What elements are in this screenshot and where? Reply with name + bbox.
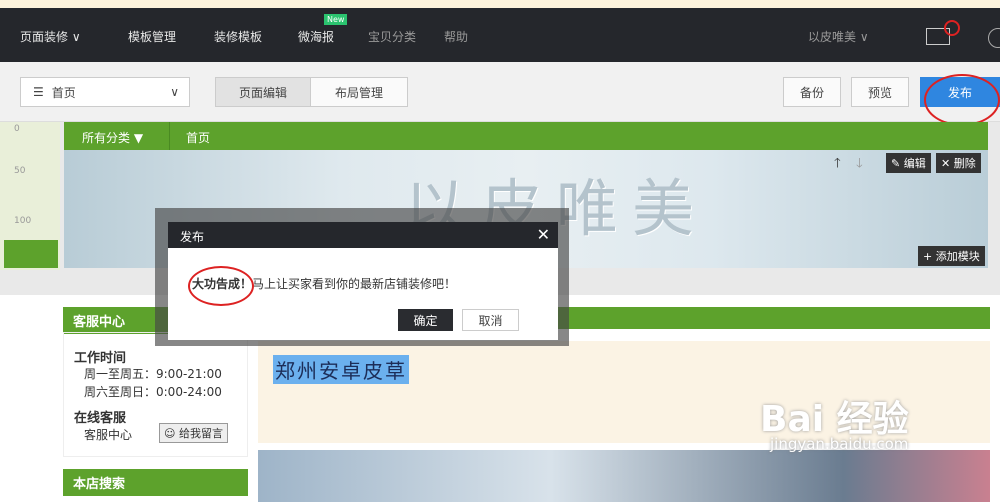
top-strip (0, 0, 1000, 8)
tab-layout-manage[interactable]: 布局管理 (310, 77, 408, 107)
annotation-circle (924, 74, 1000, 126)
weekend-hours: 周六至周日：0:00-24:00 (84, 385, 222, 399)
move-down-icon[interactable]: 🡓 (856, 154, 863, 176)
vertical-ruler: 0 50 100 (0, 122, 60, 270)
annotation-circle (188, 266, 254, 306)
online-service-label: 在线客服 (74, 411, 127, 426)
edit-label: 编辑 (903, 157, 926, 170)
service-panel: 工作时间 周一至周五：9:00-21:00 周六至周日：0:00-24:00 在… (63, 332, 248, 457)
edit-module-button[interactable]: ✎ 编辑 (886, 153, 931, 173)
shop-nav-bar: 所有分类 ▼ 首页 (64, 122, 988, 150)
delete-module-button[interactable]: ✕ 删除 (936, 153, 981, 173)
ruler-marker (4, 240, 58, 268)
menu-icon: ☰ (33, 85, 44, 99)
close-icon[interactable]: ✕ (537, 225, 550, 244)
shop-search-header: 本店搜索 (63, 469, 248, 496)
nav-item-category[interactable]: 宝贝分类 (368, 28, 416, 45)
ruler-tick: 100 (14, 216, 32, 226)
dialog-header: 发布 ✕ (168, 222, 558, 248)
chevron-down-icon: ∨ (170, 85, 179, 99)
nav-template-manage[interactable]: 模板管理 (128, 28, 176, 45)
dialog-title: 发布 (180, 230, 205, 244)
dialog-message-text: 马上让买家看到你的最新店铺装修吧！ (252, 277, 457, 291)
move-up-icon[interactable]: 🡑 (834, 154, 841, 176)
product-photo (258, 450, 990, 502)
work-time-label: 工作时间 (74, 351, 127, 366)
notification-circle (944, 20, 960, 36)
nav-help[interactable]: 帮助 (444, 28, 468, 45)
nav-page-decor[interactable]: 页面装修 ∨ (20, 28, 81, 45)
add-module-button[interactable]: + 添加模块 (918, 246, 985, 266)
ruler-tick: 50 (14, 166, 26, 176)
ok-button[interactable]: 确定 (398, 309, 453, 331)
preview-button[interactable]: 预览 (851, 77, 909, 107)
cancel-button[interactable]: 取消 (462, 309, 519, 331)
delete-label: 删除 (953, 157, 976, 170)
publish-dialog: 发布 ✕ 大功告成！马上让买家看到你的最新店铺装修吧！ 确定 取消 (168, 222, 558, 340)
top-nav: 页面装修 ∨ 模板管理 装修模板 微海报 New 宝贝分类 帮助 以皮唯美 ∨ (0, 8, 1000, 62)
nav-decor-template[interactable]: 装修模板 (214, 28, 262, 45)
toolbar: ☰ 首页 ∨ 页面编辑 布局管理 备份 预览 发布 (0, 62, 1000, 126)
shop-name-dropdown[interactable]: 以皮唯美 ∨ (808, 28, 869, 45)
shop-nav-all-categories[interactable]: 所有分类 ▼ (82, 129, 143, 146)
tab-page-edit[interactable]: 页面编辑 (215, 77, 311, 107)
weekday-hours: 周一至周五：9:00-21:00 (84, 367, 222, 381)
help-icon[interactable] (988, 28, 1000, 48)
nav-micro-poster[interactable]: 微海报 (298, 28, 334, 45)
shop-nav-home[interactable]: 首页 (186, 129, 210, 146)
shop-title: 郑州安卓皮草 (273, 355, 409, 384)
watermark-url: jingyan.baidu.com (770, 435, 909, 453)
leave-message-button[interactable]: ☺ 给我留言 (159, 423, 228, 443)
page-select[interactable]: ☰ 首页 ∨ (20, 77, 190, 107)
ruler-tick: 0 (14, 124, 20, 134)
new-badge: New (324, 14, 348, 25)
leave-message-label: 给我留言 (178, 427, 223, 440)
page-select-value: 首页 (51, 85, 76, 100)
service-name: 客服中心 (84, 428, 133, 442)
backup-button[interactable]: 备份 (783, 77, 841, 107)
